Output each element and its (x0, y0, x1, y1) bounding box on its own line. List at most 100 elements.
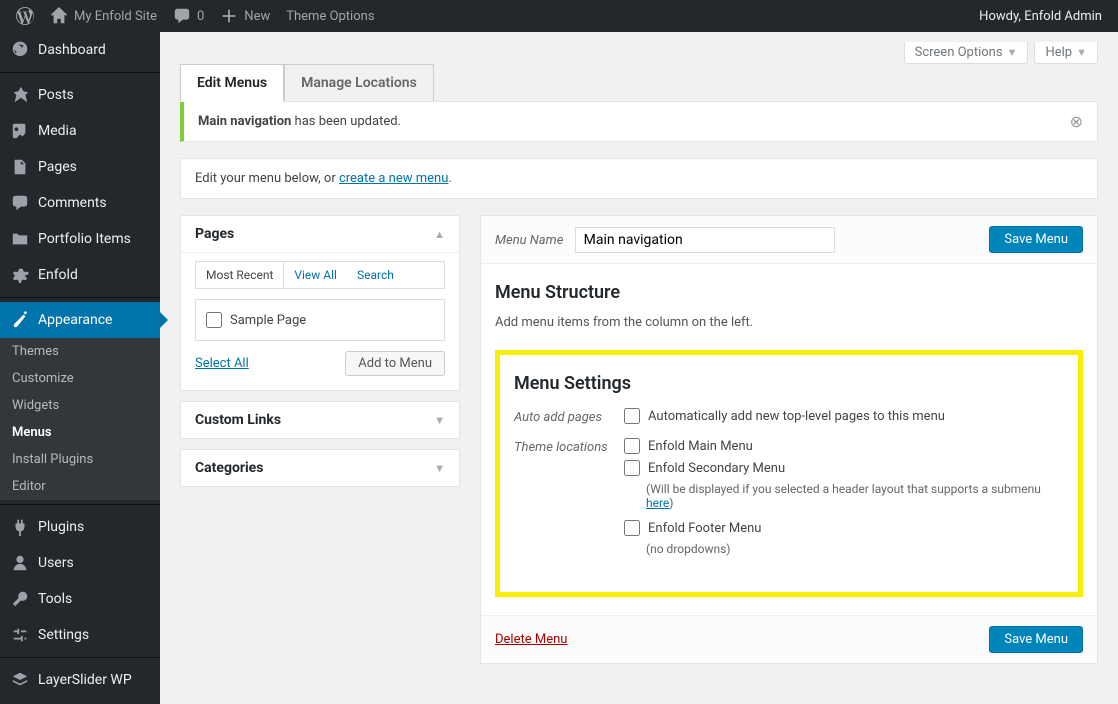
home-icon (50, 7, 68, 25)
chevron-down-icon: ▼ (1007, 46, 1018, 59)
theme-locations-label: Theme locations (514, 438, 624, 455)
sidebar-item-settings[interactable]: Settings (0, 617, 160, 653)
select-all-link[interactable]: Select All (195, 356, 249, 371)
comment-icon (10, 193, 30, 213)
sidebar-item-dashboard[interactable]: Dashboard (0, 32, 160, 68)
menu-name-label: Menu Name (495, 233, 563, 248)
pages-subtabs: Most Recent View All Search (195, 261, 445, 289)
save-menu-button-top[interactable]: Save Menu (989, 226, 1083, 253)
loc-main-checkbox[interactable] (624, 438, 640, 454)
page-list: Sample Page (195, 299, 445, 341)
loc-secondary-checkbox[interactable] (624, 460, 640, 476)
layers-icon (10, 670, 30, 690)
comments-count: 0 (197, 9, 204, 24)
main-content: Screen Options ▼ Help ▼ Edit Menus Manag… (160, 32, 1118, 704)
appearance-submenu: Themes Customize Widgets Menus Install P… (0, 338, 160, 500)
loc-footer-checkbox[interactable] (624, 520, 640, 536)
gear-icon (10, 265, 30, 285)
comment-icon (173, 7, 191, 25)
chevron-down-icon: ▼ (434, 462, 445, 475)
sidebar-item-comments[interactable]: Comments (0, 185, 160, 221)
new-label: New (244, 9, 270, 24)
media-icon (10, 121, 30, 141)
auto-add-checkbox[interactable] (624, 408, 640, 424)
portfolio-icon (10, 229, 30, 249)
howdy-link[interactable]: Howdy, Enfold Admin (971, 0, 1110, 32)
accordion-pages-header[interactable]: Pages ▲ (181, 216, 459, 252)
menu-structure-text: Add menu items from the column on the le… (495, 315, 1083, 330)
subitem-widgets[interactable]: Widgets (0, 392, 160, 419)
create-menu-link[interactable]: create a new menu (339, 171, 448, 186)
tab-edit-menus[interactable]: Edit Menus (180, 64, 284, 102)
subitem-editor[interactable]: Editor (0, 473, 160, 500)
sidebar-item-plugins[interactable]: Plugins (0, 509, 160, 545)
save-menu-button-bottom[interactable]: Save Menu (989, 626, 1083, 653)
subitem-install-plugins[interactable]: Install Plugins (0, 446, 160, 473)
subitem-customize[interactable]: Customize (0, 365, 160, 392)
theme-options-link[interactable]: Theme Options (278, 0, 382, 32)
accordion-categories-header[interactable]: Categories ▼ (181, 450, 459, 486)
help-button[interactable]: Help ▼ (1034, 42, 1098, 64)
auto-add-label: Auto add pages (514, 408, 624, 425)
subitem-menus[interactable]: Menus (0, 419, 160, 446)
nav-tabs: Edit Menus Manage Locations (180, 64, 1098, 101)
page-checkbox[interactable] (206, 312, 222, 328)
subitem-themes[interactable]: Themes (0, 338, 160, 365)
brush-icon (10, 310, 30, 330)
wordpress-icon (16, 7, 34, 25)
menu-edit-column: Menu Name Save Menu Menu Structure Add m… (480, 215, 1098, 664)
new-link[interactable]: New (212, 0, 278, 32)
admin-sidebar: Dashboard Posts Media Pages Comments Por… (0, 32, 160, 704)
page-item: Sample Page (206, 310, 434, 330)
accordion-pages: Pages ▲ Most Recent View All Search S (180, 215, 460, 391)
sidebar-item-portfolio[interactable]: Portfolio Items (0, 221, 160, 257)
sliders-icon (10, 625, 30, 645)
accordion-categories: Categories ▼ (180, 449, 460, 487)
sidebar-item-enfold[interactable]: Enfold (0, 257, 160, 293)
add-items-column: Pages ▲ Most Recent View All Search S (180, 215, 460, 497)
sidebar-item-posts[interactable]: Posts (0, 77, 160, 113)
menu-footer: Delete Menu Save Menu (481, 615, 1097, 663)
loc-footer-note: (no dropdowns) (646, 542, 1064, 556)
wp-logo[interactable] (8, 0, 42, 32)
sidebar-item-appearance[interactable]: Appearance (0, 302, 160, 338)
menu-settings-title: Menu Settings (514, 373, 1064, 394)
chevron-down-icon: ▼ (434, 414, 445, 427)
chevron-down-icon: ▼ (1076, 46, 1087, 59)
sidebar-item-tools[interactable]: Tools (0, 581, 160, 617)
info-panel: Edit your menu below, or create a new me… (180, 158, 1098, 199)
sidebar-item-layerslider[interactable]: LayerSlider WP (0, 662, 160, 698)
notice-strong: Main navigation (198, 114, 291, 129)
plus-icon (220, 7, 238, 25)
sidebar-item-media[interactable]: Media (0, 113, 160, 149)
screen-options-button[interactable]: Screen Options ▼ (904, 42, 1029, 64)
comments-link[interactable]: 0 (165, 0, 212, 32)
chevron-up-icon: ▲ (434, 228, 445, 241)
user-icon (10, 553, 30, 573)
notice-text: has been updated. (291, 114, 401, 129)
accordion-custom-links-header[interactable]: Custom Links ▼ (181, 402, 459, 438)
success-notice: Main navigation has been updated. ⊗ (180, 101, 1098, 142)
menu-header: Menu Name Save Menu (481, 216, 1097, 264)
dismiss-notice-button[interactable]: ⊗ (1070, 112, 1083, 131)
accordion-custom-links: Custom Links ▼ (180, 401, 460, 439)
subtab-most-recent[interactable]: Most Recent (196, 262, 284, 288)
site-name-link[interactable]: My Enfold Site (42, 0, 165, 32)
menu-structure-title: Menu Structure (495, 282, 1083, 303)
pin-icon (10, 85, 30, 105)
plug-icon (10, 517, 30, 537)
tab-manage-locations[interactable]: Manage Locations (284, 64, 434, 101)
add-to-menu-button[interactable]: Add to Menu (345, 351, 445, 376)
subtab-view-all[interactable]: View All (284, 262, 347, 288)
sidebar-item-users[interactable]: Users (0, 545, 160, 581)
site-name: My Enfold Site (74, 9, 157, 24)
sidebar-item-pages[interactable]: Pages (0, 149, 160, 185)
submenu-here-link[interactable]: here (646, 496, 669, 510)
wrench-icon (10, 589, 30, 609)
menu-name-input[interactable] (575, 227, 835, 253)
delete-menu-link[interactable]: Delete Menu (495, 632, 567, 647)
subtab-search[interactable]: Search (347, 262, 404, 288)
page-icon (10, 157, 30, 177)
admin-bar: My Enfold Site 0 New Theme Options Howdy… (0, 0, 1118, 32)
loc-secondary-note: (Will be displayed if you selected a hea… (646, 482, 1064, 510)
